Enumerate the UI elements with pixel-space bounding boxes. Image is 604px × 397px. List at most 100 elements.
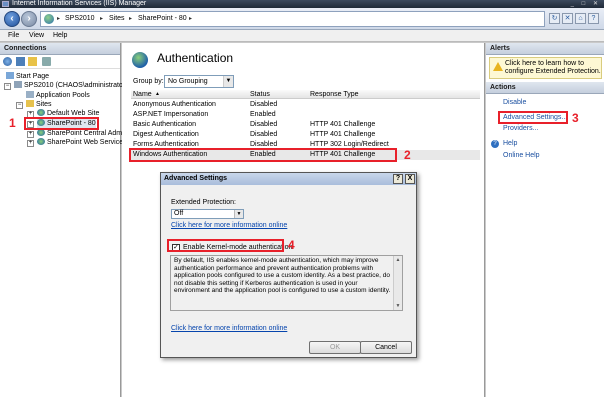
actions-header: Actions xyxy=(486,82,604,94)
group-by-select[interactable]: No Grouping ▼ xyxy=(164,75,234,88)
right-pane: Alerts Actions xyxy=(486,43,604,397)
tree-item-sites[interactable]: Sites xyxy=(26,100,52,109)
dialog-title: Advanced Settings xyxy=(164,175,228,182)
dialog-titlebar: Advanced Settings ? X xyxy=(161,173,416,185)
dropdown-arrow-icon[interactable]: ▼ xyxy=(234,210,243,218)
dropdown-arrow-icon[interactable]: ▼ xyxy=(223,76,233,87)
table-row[interactable]: Basic Authentication Disabled HTTP 401 C… xyxy=(131,120,480,130)
app-pools-icon xyxy=(26,91,34,98)
connections-toolbar xyxy=(0,55,120,69)
extended-protection-label: Extended Protection: xyxy=(171,199,236,206)
action-disable[interactable]: Disable xyxy=(503,99,526,106)
breadcrumb-separator-icon: ▸ xyxy=(129,16,133,22)
column-header-name[interactable]: Name xyxy=(133,90,152,99)
more-info-link-1[interactable]: Click here for more information online xyxy=(171,222,287,229)
dialog-close-button[interactable]: X xyxy=(405,174,415,184)
stop-icon[interactable]: ✕ xyxy=(562,13,573,24)
menu-view[interactable]: View xyxy=(29,32,44,39)
description-text: By default, IIS enables kernel-mode auth… xyxy=(174,257,391,295)
tree-item-label: SharePoint Web Services xyxy=(47,139,127,146)
help-icon[interactable]: ? xyxy=(588,13,599,24)
group-by-label: Group by: xyxy=(133,78,164,85)
table-row[interactable]: Anonymous Authentication Disabled xyxy=(131,100,480,110)
tree-item-label: SharePoint Central Admi xyxy=(47,130,124,137)
table-row[interactable]: Digest Authentication Disabled HTTP 401 … xyxy=(131,130,480,140)
scroll-down-icon[interactable]: ▼ xyxy=(394,302,402,310)
breadcrumb-separator-icon: ▸ xyxy=(57,16,61,22)
cell-status: Enabled xyxy=(250,111,276,118)
action-providers[interactable]: Providers... xyxy=(503,125,538,132)
menu-file[interactable]: File xyxy=(8,32,19,39)
extended-protection-select[interactable]: Off ▼ xyxy=(171,209,244,219)
ok-button[interactable]: OK xyxy=(309,341,361,354)
menu-bar: File View Help xyxy=(0,30,604,42)
extended-protection-value: Off xyxy=(174,210,184,217)
address-field[interactable]: ▸ SPS2010 ▸ Sites ▸ SharePoint - 80 ▸ xyxy=(40,11,545,27)
breadcrumb-separator-icon: ▸ xyxy=(189,16,193,22)
callout-box-4 xyxy=(167,239,284,252)
collapse-icon[interactable]: − xyxy=(16,102,23,109)
cell-name: Digest Authentication xyxy=(133,131,199,138)
tree-item-sharepoint-web-services[interactable]: SharePoint Web Services xyxy=(37,138,127,147)
cancel-button[interactable]: Cancel xyxy=(360,341,412,354)
cell-name: ASP.NET Impersonation xyxy=(133,111,209,118)
website-globe-icon xyxy=(37,138,45,145)
save-icon[interactable] xyxy=(16,57,25,66)
tree-item-start-page[interactable]: Start Page xyxy=(6,72,49,81)
advanced-settings-dialog: Advanced Settings ? X Extended Protectio… xyxy=(160,172,417,358)
grid-header: Name ▲ Status Response Type xyxy=(131,90,480,99)
description-scrollbar[interactable]: ▲ ▼ xyxy=(393,256,402,310)
expand-icon[interactable]: + xyxy=(27,131,34,138)
callout-number-4: 4 xyxy=(288,238,295,252)
group-by-value: No Grouping xyxy=(168,78,208,85)
tree-item-sharepoint-central-admin[interactable]: SharePoint Central Admi xyxy=(37,129,124,138)
menu-help[interactable]: Help xyxy=(53,32,67,39)
dialog-help-button[interactable]: ? xyxy=(393,174,403,184)
disconnect-icon[interactable] xyxy=(42,57,51,66)
tree-item-label: SPS2010 (CHAOS\administrator) xyxy=(24,82,128,89)
breadcrumb-sites[interactable]: Sites xyxy=(109,15,125,22)
alert-box[interactable]: Click here to learn how to configure Ext… xyxy=(489,57,602,79)
folder-icon[interactable] xyxy=(28,57,37,66)
refresh-icon[interactable]: ↻ xyxy=(549,13,560,24)
alert-message[interactable]: Click here to learn how to configure Ext… xyxy=(505,60,601,76)
iis-app-icon xyxy=(2,1,9,7)
breadcrumb-sharepoint-80[interactable]: SharePoint - 80 xyxy=(138,15,187,22)
tree-item-server[interactable]: SPS2010 (CHAOS\administrator) xyxy=(14,81,127,90)
cell-status: Disabled xyxy=(250,101,278,108)
help-circle-icon: ? xyxy=(491,140,499,148)
callout-number-2: 2 xyxy=(404,148,411,162)
callout-number-3: 3 xyxy=(572,111,579,125)
start-page-icon xyxy=(6,72,14,79)
description-box: By default, IIS enables kernel-mode auth… xyxy=(170,255,403,311)
server-icon xyxy=(14,81,22,88)
forward-arrow-icon[interactable]: › xyxy=(21,11,37,27)
tree-item-application-pools[interactable]: Application Pools xyxy=(26,91,90,100)
window-titlebar: Internet Information Services (IIS) Mana… xyxy=(0,0,604,8)
collapse-icon[interactable]: − xyxy=(4,83,11,90)
connections-header: Connections xyxy=(0,43,120,55)
more-info-link-2[interactable]: Click here for more information online xyxy=(171,325,287,332)
scroll-up-icon[interactable]: ▲ xyxy=(394,256,402,264)
tree-item-label: Start Page xyxy=(16,73,50,80)
home-icon[interactable]: ⌂ xyxy=(575,13,586,24)
expand-icon[interactable]: + xyxy=(27,140,34,147)
tree-item-label: Sites xyxy=(36,101,52,108)
action-help[interactable]: Help xyxy=(503,140,517,147)
website-globe-icon xyxy=(37,129,45,136)
tree-item-label: Default Web Site xyxy=(47,110,100,117)
column-header-status[interactable]: Status xyxy=(250,90,270,99)
action-online-help[interactable]: Online Help xyxy=(503,152,540,159)
window-controls[interactable]: _ □ ✕ xyxy=(571,0,601,8)
back-arrow-icon[interactable]: ‹ xyxy=(4,11,20,27)
sites-folder-icon xyxy=(26,100,34,107)
breadcrumb-sps2010[interactable]: SPS2010 xyxy=(65,15,95,22)
cell-response: HTTP 401 Challenge xyxy=(310,131,376,138)
tree-item-label: Application Pools xyxy=(36,92,90,99)
connect-icon[interactable] xyxy=(3,57,12,66)
table-row[interactable]: ASP.NET Impersonation Enabled xyxy=(131,110,480,120)
cell-name: Anonymous Authentication xyxy=(133,101,216,108)
cell-name: Basic Authentication xyxy=(133,121,197,128)
column-header-response-type[interactable]: Response Type xyxy=(310,90,359,99)
address-bar: ‹ › ▸ SPS2010 ▸ Sites ▸ SharePoint - 80 … xyxy=(0,8,604,30)
